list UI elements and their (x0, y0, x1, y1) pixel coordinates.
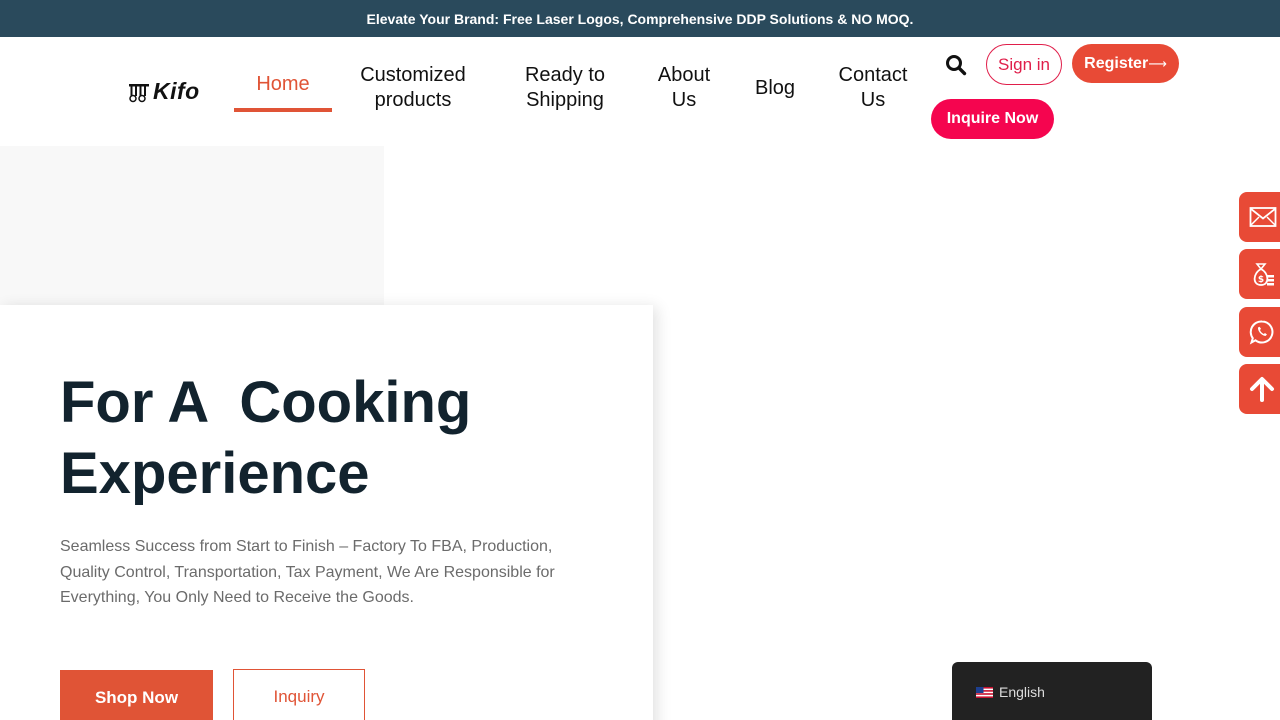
nav-ready-label-2: Shipping (526, 89, 604, 111)
search-button[interactable] (944, 53, 968, 77)
nav-contact-us[interactable]: Contact Us (832, 63, 914, 113)
nav-ready-label-1: Ready to (524, 64, 606, 86)
sign-in-button[interactable]: Sign in (986, 44, 1062, 85)
nav-about-label-1: About (657, 64, 711, 86)
shop-now-button[interactable]: Shop Now (60, 670, 213, 720)
nav-home-label: Home (256, 73, 310, 95)
search-icon (946, 55, 967, 76)
logo-text: Kifo (153, 78, 200, 104)
hero-description: Seamless Success from Start to Finish – … (60, 538, 555, 606)
hero-background-panel (0, 146, 384, 306)
inquiry-button[interactable]: Inquiry (233, 669, 365, 720)
email-icon (1249, 207, 1277, 227)
arrow-up-icon (1250, 377, 1274, 402)
nav-active-indicator (234, 108, 332, 112)
logo[interactable]: Kifo (128, 78, 200, 105)
language-switcher[interactable]: English (952, 662, 1152, 720)
nav-customized-label-1: Customized (360, 64, 466, 86)
nav-contact-label-1: Contact (838, 64, 908, 86)
nav-customized-products[interactable]: Customized products (350, 63, 476, 113)
hero-title-line-2: Experience (60, 441, 370, 506)
announcement-bar: Elevate Your Brand: Free Laser Logos, Co… (0, 0, 1280, 37)
inquire-now-button[interactable]: Inquire Now (931, 99, 1054, 139)
shop-now-label: Shop Now (94, 688, 179, 707)
hero-title-line-1: For A Cooking (60, 370, 472, 435)
svg-text:$: $ (1258, 275, 1264, 285)
inquiry-label: Inquiry (273, 687, 325, 706)
money-bag-icon: $ (1253, 263, 1274, 286)
language-label: English (999, 684, 1045, 700)
inquire-now-label: Inquire Now (946, 110, 1039, 127)
register-button[interactable]: Register ⟶ (1072, 44, 1179, 83)
announcement-text: Elevate Your Brand: Free Laser Logos, Co… (366, 10, 914, 27)
nav-contact-label-2: Us (860, 89, 886, 111)
side-quote-button[interactable]: $ (1239, 249, 1280, 299)
arrow-right-icon: ⟶ (1148, 55, 1167, 71)
nav-home[interactable]: Home (234, 72, 332, 97)
nav-blog[interactable]: Blog (748, 76, 802, 101)
site-header: Kifo Home Customized products Ready to S… (0, 37, 1280, 145)
side-whatsapp-button[interactable] (1239, 307, 1280, 357)
nav-ready-to-shipping[interactable]: Ready to Shipping (510, 63, 620, 113)
side-email-button[interactable] (1239, 192, 1280, 242)
nav-about-us[interactable]: About Us (648, 63, 720, 113)
us-flag-icon (976, 686, 993, 698)
register-label: Register (1084, 54, 1149, 72)
sign-in-label: Sign in (998, 54, 1050, 74)
nav-blog-label: Blog (754, 77, 796, 99)
whatsapp-icon (1249, 320, 1274, 345)
hero-title: For A Cooking Experience (60, 367, 620, 509)
nav-customized-label-2: products (374, 89, 452, 111)
nav-about-label-2: Us (671, 89, 697, 111)
logo-icon (129, 83, 149, 102)
back-to-top-button[interactable] (1239, 364, 1280, 414)
